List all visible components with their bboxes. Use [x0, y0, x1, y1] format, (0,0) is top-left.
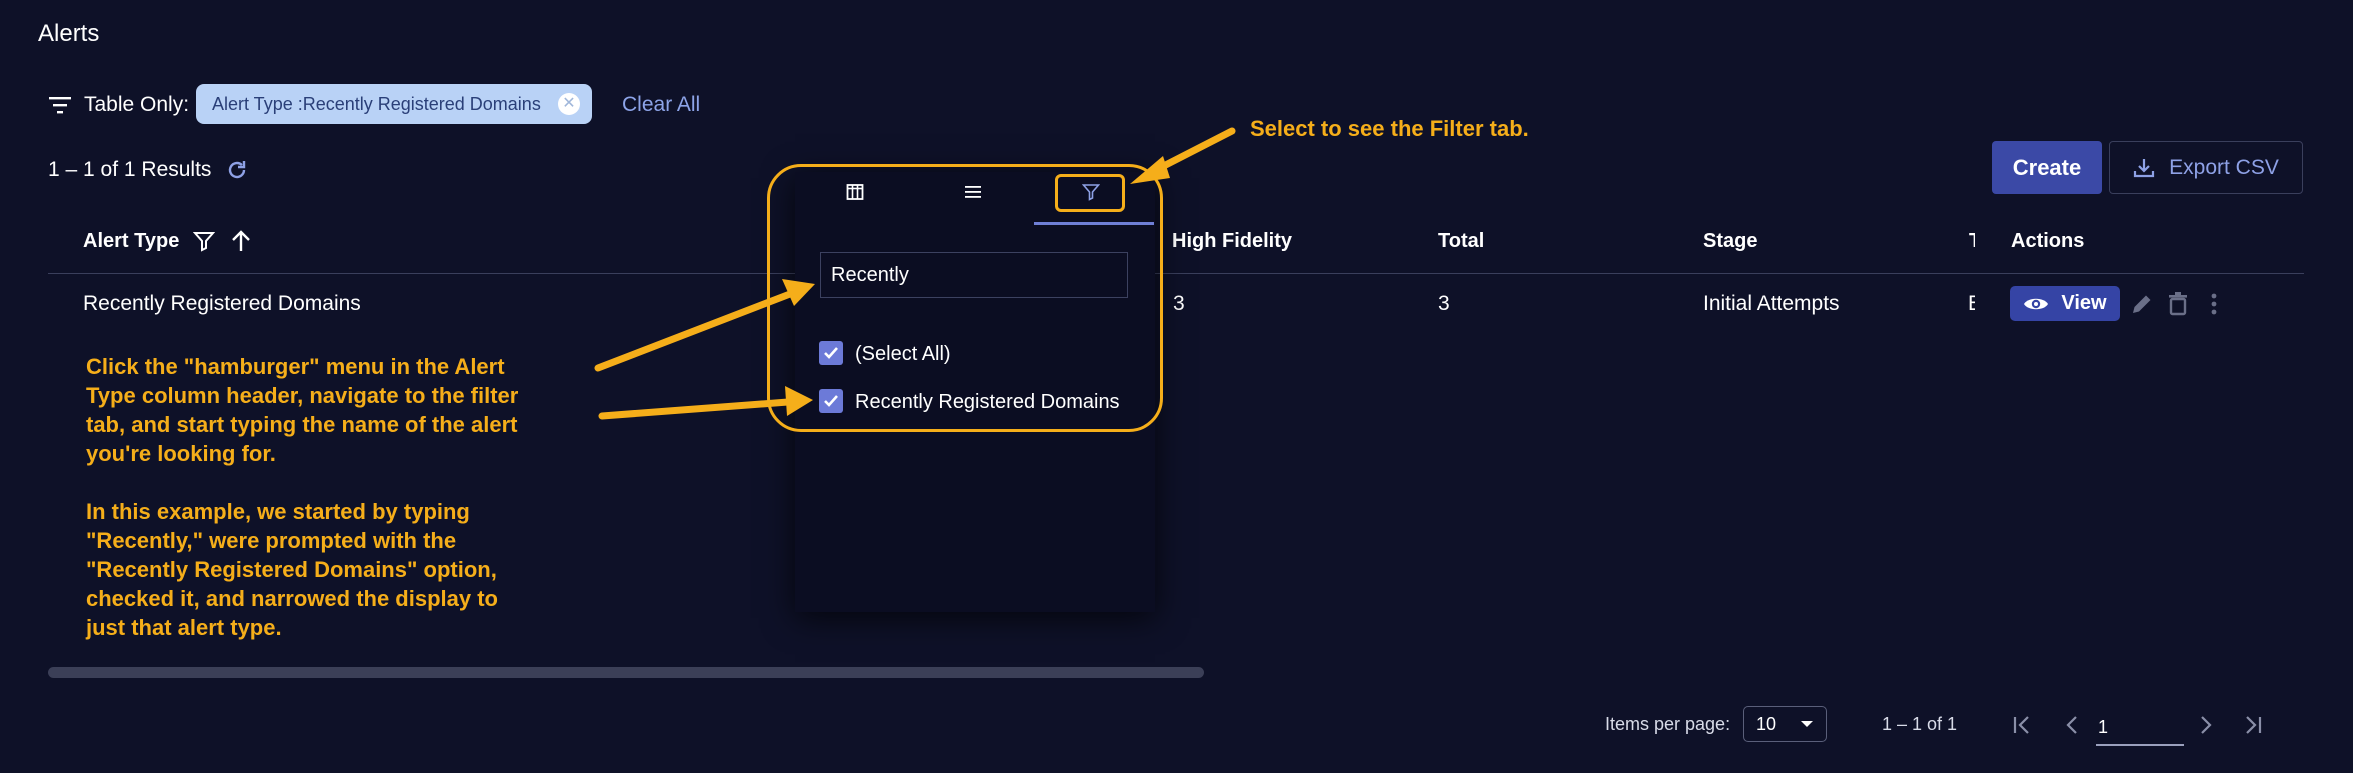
instructions-line: Click the "hamburger" menu in the Alert [86, 354, 505, 379]
column-header-actions: Actions [2011, 230, 2085, 252]
create-button[interactable]: Create [1992, 141, 2102, 194]
instructions-note: Click the "hamburger" menu in the Alert … [86, 352, 518, 642]
cell-alert-type: Recently Registered Domains [83, 292, 361, 315]
header-divider [48, 273, 2304, 274]
export-csv-label: Export CSV [2169, 155, 2279, 179]
example-line: just that alert type. [86, 615, 282, 640]
refresh-icon[interactable] [225, 158, 249, 182]
filter-tab-hint: Select to see the Filter tab. [1250, 116, 1529, 141]
items-per-page-value: 10 [1756, 713, 1777, 734]
items-per-page-label: Items per page: [1605, 714, 1731, 734]
page-range-label: 1 – 1 of 1 [1882, 714, 1958, 734]
close-icon[interactable]: ✕ [558, 93, 580, 115]
more-vertical-icon[interactable] [2202, 290, 2230, 318]
previous-page-icon[interactable] [2059, 712, 2085, 738]
filter-chip[interactable]: Alert Type :Recently Registered Domains … [196, 84, 592, 124]
column-header-truncated[interactable]: T [1969, 230, 1975, 253]
download-icon [2134, 158, 2155, 177]
edit-pencil-icon[interactable] [2128, 290, 2156, 318]
results-count: 1 – 1 of 1 Results [48, 158, 212, 181]
sort-ascending-icon[interactable] [230, 229, 252, 253]
column-header-total[interactable]: Total [1438, 230, 1484, 253]
page-title: Alerts [38, 20, 100, 47]
highlight-filter-tab-outline [1055, 174, 1125, 212]
example-line: checked it, and narrowed the display to [86, 586, 498, 611]
export-csv-button[interactable]: Export CSV [2109, 141, 2303, 194]
column-header-alert-type[interactable]: Alert Type [83, 230, 179, 253]
instructions-line: Type column header, navigate to the filt… [86, 383, 519, 408]
table-only-label: Table Only: [84, 93, 190, 116]
caret-down-icon [1801, 721, 1813, 727]
items-per-page-select[interactable]: 10 [1743, 706, 1827, 742]
trash-icon[interactable] [2164, 290, 2192, 318]
view-label: View [2061, 292, 2107, 314]
cell-high-fidelity: 3 [1173, 292, 1185, 315]
first-page-icon[interactable] [2010, 712, 2036, 738]
example-line: "Recently," were prompted with the [86, 528, 457, 553]
filter-chip-label: Alert Type :Recently Registered Domains [212, 93, 541, 114]
eye-icon [2024, 298, 2049, 309]
cell-stage: Initial Attempts [1703, 292, 1840, 315]
column-header-high-fidelity[interactable]: High Fidelity [1172, 230, 1292, 253]
example-line: "Recently Registered Domains" option, [86, 557, 497, 582]
last-page-icon[interactable] [2239, 712, 2265, 738]
cell-truncated: E [1968, 292, 1975, 316]
next-page-icon[interactable] [2193, 712, 2219, 738]
example-line: In this example, we started by typing [86, 499, 470, 524]
column-filter-icon[interactable] [193, 230, 215, 252]
page-number-input[interactable] [2096, 710, 2184, 746]
horizontal-scrollbar[interactable] [48, 667, 1204, 678]
filter-lines-icon[interactable] [48, 95, 72, 115]
view-button[interactable]: View [2010, 286, 2120, 321]
column-header-stage[interactable]: Stage [1703, 230, 1757, 253]
cell-total: 3 [1438, 292, 1450, 315]
instructions-line: tab, and start typing the name of the al… [86, 412, 518, 437]
instructions-line: you're looking for. [86, 441, 276, 466]
clear-all-link[interactable]: Clear All [622, 93, 700, 117]
